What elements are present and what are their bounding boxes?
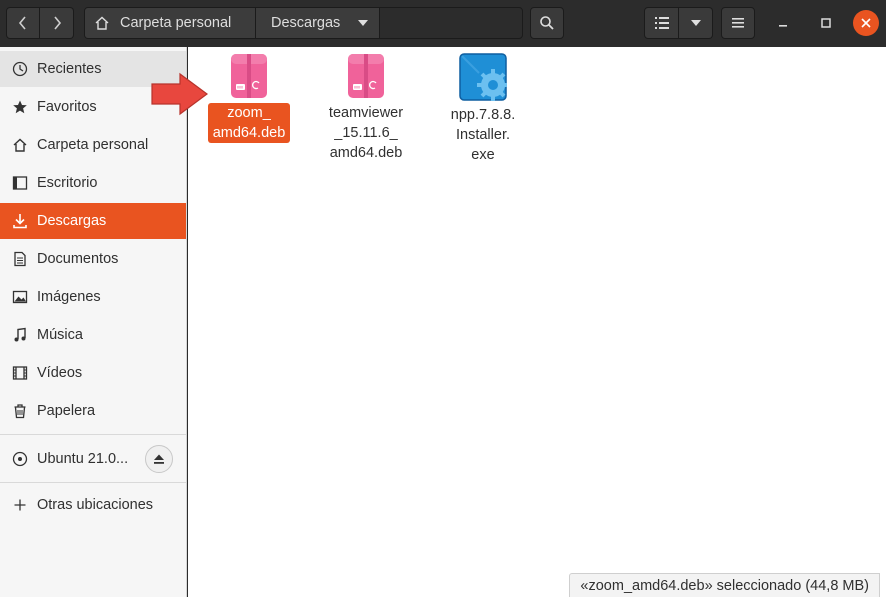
status-text: «zoom_amd64.deb» seleccionado (44,8 MB) [580, 577, 869, 594]
close-icon [861, 18, 871, 28]
maximize-icon [821, 18, 831, 28]
list-view-icon [654, 17, 669, 29]
header-bar: Carpeta personal Descargas [0, 0, 886, 47]
forward-button[interactable] [40, 7, 74, 39]
sidebar-item-label: Favoritos [37, 99, 97, 115]
sidebar-item-label: Escritorio [37, 175, 98, 191]
breadcrumb-label: Carpeta personal [120, 15, 232, 31]
sidebar: Recientes Favoritos Carpeta personal Esc… [0, 47, 187, 597]
sidebar-item-escritorio[interactable]: Escritorio [0, 165, 186, 201]
list-view-button[interactable] [644, 7, 679, 39]
sidebar-item-documentos[interactable]: Documentos [0, 241, 186, 277]
sidebar-item-label: Papelera [37, 403, 96, 419]
clock-icon [11, 60, 29, 78]
sidebar-item-ubuntu-device[interactable]: Ubuntu 21.0... [0, 441, 186, 477]
sidebar-item-videos[interactable]: Vídeos [0, 355, 186, 391]
minimize-icon [779, 25, 787, 27]
home-icon [95, 16, 109, 30]
document-icon [11, 250, 29, 268]
disc-icon [11, 450, 29, 468]
music-icon [11, 326, 29, 344]
sidebar-item-carpeta-personal[interactable]: Carpeta personal [0, 127, 186, 163]
trash-icon [11, 402, 29, 420]
breadcrumb-current[interactable]: Descargas [256, 8, 380, 38]
image-icon [11, 288, 29, 306]
sidebar-item-papelera[interactable]: Papelera [0, 393, 186, 429]
close-button[interactable] [853, 10, 879, 36]
sidebar-item-imagenes[interactable]: Imágenes [0, 279, 186, 315]
file-item-teamviewer-deb[interactable]: teamviewer _15.11.6_ amd64.deb [320, 53, 412, 163]
sidebar-item-label: Recientes [37, 61, 102, 77]
video-icon [11, 364, 29, 382]
sidebar-item-label: Documentos [37, 251, 119, 267]
breadcrumb-home[interactable]: Carpeta personal [85, 8, 256, 38]
hamburger-icon [732, 18, 744, 28]
sidebar-item-musica[interactable]: Música [0, 317, 186, 353]
sidebar-item-label: Música [37, 327, 83, 343]
plus-icon [11, 496, 29, 514]
maximize-button[interactable] [812, 9, 840, 37]
chevron-down-icon [358, 20, 368, 26]
sidebar-item-label: Otras ubicaciones [37, 497, 154, 513]
sidebar-item-label: Vídeos [37, 365, 83, 381]
annotation-arrow-icon [151, 72, 209, 116]
minimize-button[interactable] [769, 9, 797, 37]
sidebar-item-otras-ubicaciones[interactable]: Otras ubicaciones [0, 487, 186, 523]
file-name: npp.7.8.8. Installer. exe [450, 107, 516, 163]
file-item-npp-exe[interactable]: npp.7.8.8. Installer. exe [437, 53, 529, 165]
file-name: zoom_ amd64.deb [207, 103, 291, 143]
file-item-zoom-deb[interactable]: zoom_ amd64.deb [203, 53, 295, 143]
desktop-icon [11, 174, 29, 192]
sidebar-item-label: Carpeta personal [37, 137, 149, 153]
deb-package-icon [231, 54, 267, 98]
menu-button[interactable] [721, 7, 755, 39]
home-icon [11, 136, 29, 154]
breadcrumb-label: Descargas [271, 15, 341, 31]
view-options-button[interactable] [679, 7, 713, 39]
path-bar: Carpeta personal Descargas [84, 7, 523, 39]
status-bar: «zoom_amd64.deb» seleccionado (44,8 MB) [569, 573, 880, 597]
eject-button[interactable] [145, 445, 173, 473]
sidebar-item-label: Ubuntu 21.0... [37, 451, 129, 467]
sidebar-item-descargas[interactable]: Descargas [0, 203, 186, 239]
file-name: teamviewer _15.11.6_ amd64.deb [328, 105, 404, 161]
back-button[interactable] [6, 7, 40, 39]
chevron-down-icon [690, 20, 701, 26]
star-icon [11, 98, 29, 116]
file-view: zoom_ amd64.deb teamviewer _15.11.6_ amd… [188, 47, 886, 597]
sidebar-item-label: Descargas [37, 213, 107, 229]
chevron-left-icon [18, 16, 26, 30]
sidebar-item-label: Imágenes [37, 289, 101, 305]
chevron-right-icon [53, 16, 61, 30]
sidebar-separator [0, 434, 186, 435]
eject-icon [154, 454, 164, 464]
search-icon [540, 16, 554, 30]
deb-package-icon [348, 54, 384, 98]
exe-gear-icon [459, 53, 507, 101]
download-icon [11, 212, 29, 230]
sidebar-separator [0, 482, 186, 483]
search-button[interactable] [530, 7, 564, 39]
